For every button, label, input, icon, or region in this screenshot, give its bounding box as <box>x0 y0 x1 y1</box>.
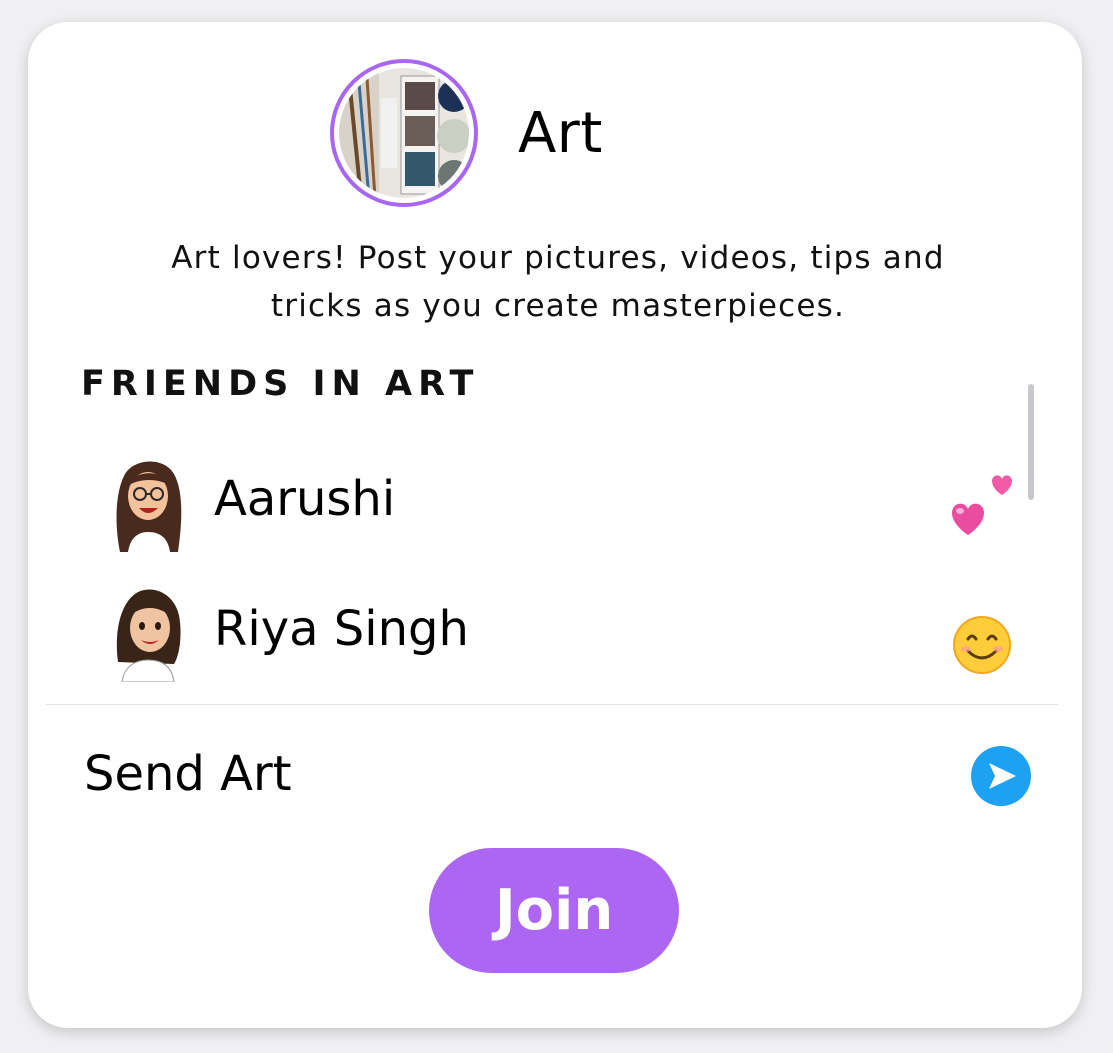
group-avatar-image <box>339 68 469 198</box>
group-description: Art lovers! Post your pictures, videos, … <box>171 240 945 324</box>
friend-name: Riya Singh <box>214 601 469 657</box>
friends-section-heading: FRIENDS IN ART <box>81 364 480 404</box>
scrollbar[interactable] <box>1028 384 1034 500</box>
two-hearts-icon <box>952 475 1012 535</box>
group-avatar[interactable] <box>330 59 478 207</box>
friend-row[interactable]: Aarushi <box>108 447 1028 557</box>
divider <box>46 704 1058 705</box>
bitmoji-avatar <box>116 589 181 682</box>
bitmoji-avatar <box>116 461 182 552</box>
smiling-face-icon <box>953 616 1011 674</box>
group-preview-card: Art Art lovers! Post your pictures, vide… <box>28 22 1082 1028</box>
send-art-row[interactable]: Send Art <box>28 722 1082 832</box>
join-button[interactable]: Join <box>429 848 679 973</box>
group-title: Art <box>518 100 603 166</box>
friend-name: Aarushi <box>214 471 396 527</box>
send-arrow-icon[interactable] <box>971 746 1031 806</box>
send-art-label: Send Art <box>84 746 292 802</box>
friend-row[interactable]: Riya Singh <box>108 577 1028 687</box>
group-header: Art <box>330 54 603 212</box>
